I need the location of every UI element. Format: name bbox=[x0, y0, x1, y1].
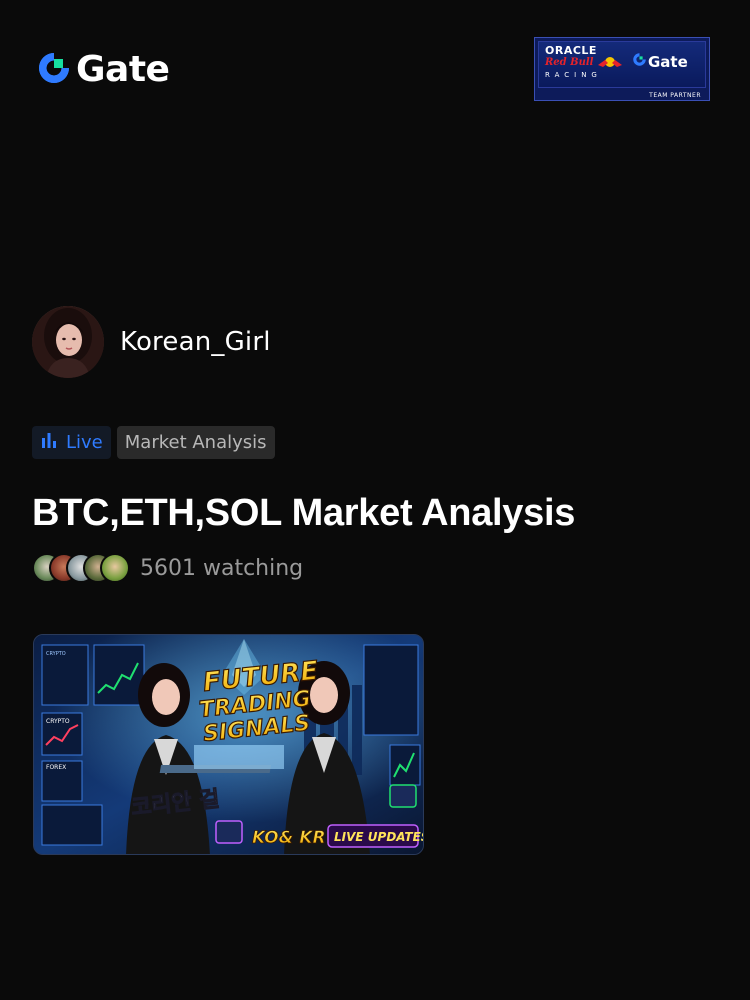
stream-tags: Live Market Analysis bbox=[32, 426, 275, 459]
viewer-avatar bbox=[100, 553, 130, 583]
watching-count-label: 5601 watching bbox=[140, 555, 304, 581]
stream-thumbnail[interactable]: FUTURE TRADING SIGNALS 코리안 걸 KO& KR LIVE… bbox=[33, 634, 424, 855]
viewer-count: 5601 watching bbox=[32, 553, 303, 583]
team-partner-badge[interactable]: ORACLE Red Bull RACING Gate TEAM PARTNER bbox=[534, 37, 710, 101]
stream-title: BTC,ETH,SOL Market Analysis bbox=[32, 492, 576, 534]
category-tag-label: Market Analysis bbox=[124, 432, 267, 453]
gate-logo-text: Gate bbox=[76, 49, 170, 90]
live-tag[interactable]: Live bbox=[32, 426, 111, 459]
thumbnail-artwork: FUTURE TRADING SIGNALS 코리안 걸 KO& KR LIVE… bbox=[34, 635, 424, 854]
gate-logo[interactable]: Gate bbox=[36, 49, 170, 90]
live-tag-label: Live bbox=[66, 432, 103, 453]
team-partner-caption: TEAM PARTNER bbox=[649, 92, 701, 99]
bar-chart-icon bbox=[40, 431, 58, 454]
streamer-username[interactable]: Korean_Girl bbox=[120, 327, 271, 357]
thumb-live-badge: LIVE UPDATES bbox=[334, 830, 424, 844]
thumb-panel-2: FOREX bbox=[46, 764, 66, 771]
category-tag[interactable]: Market Analysis bbox=[116, 426, 275, 459]
thumb-panel-1: CRYPTO bbox=[46, 651, 66, 657]
redbull-bull-icon bbox=[597, 54, 623, 73]
thumb-panel-3: CRYPTO bbox=[46, 718, 70, 725]
gate-small-icon bbox=[632, 52, 647, 71]
redbull-label: Red Bull bbox=[545, 57, 594, 68]
racing-label: RACING bbox=[545, 71, 602, 79]
thumb-lang-label: KO& KR bbox=[252, 828, 326, 848]
streamer-avatar[interactable] bbox=[32, 306, 104, 378]
oracle-label: ORACLE bbox=[545, 44, 597, 57]
partner-gate-logo: Gate bbox=[632, 52, 688, 71]
stream-page: Gate ORACLE Red Bull RACING Gate TEAM PA… bbox=[0, 0, 750, 1000]
viewer-avatar-stack bbox=[32, 553, 130, 583]
partner-gate-text: Gate bbox=[648, 52, 688, 71]
streamer-profile[interactable]: Korean_Girl bbox=[32, 306, 271, 378]
gate-logo-icon bbox=[36, 50, 72, 90]
